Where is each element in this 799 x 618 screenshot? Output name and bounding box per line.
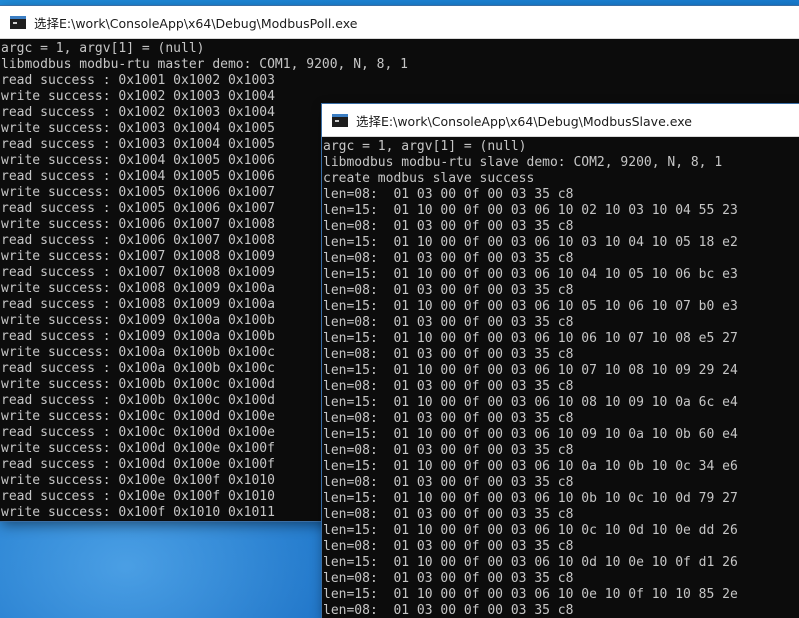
console-line: len=08: 01 03 00 0f 00 03 35 c8: [323, 539, 574, 554]
console-line: len=08: 01 03 00 0f 00 03 35 c8: [323, 571, 574, 586]
console-line: len=15: 01 10 00 0f 00 03 06 10 0b 10 0c…: [323, 491, 738, 506]
console-line: len=15: 01 10 00 0f 00 03 06 10 0e 10 0f…: [323, 587, 738, 602]
console-line: len=15: 01 10 00 0f 00 03 06 10 0d 10 0e…: [323, 555, 738, 570]
console-line: write success: 0x1002 0x1003 0x1004: [1, 89, 275, 104]
console-line: len=08: 01 03 00 0f 00 03 35 c8: [323, 251, 574, 266]
console-line: len=08: 01 03 00 0f 00 03 35 c8: [323, 187, 574, 202]
console-line: libmodbus modbu-rtu slave demo: COM2, 92…: [323, 155, 723, 170]
console-line: len=15: 01 10 00 0f 00 03 06 10 0c 10 0d…: [323, 523, 738, 538]
console-line: len=15: 01 10 00 0f 00 03 06 10 0a 10 0b…: [323, 459, 738, 474]
console-line: len=15: 01 10 00 0f 00 03 06 10 02 10 03…: [323, 203, 738, 218]
slave-window-title: 选择E:\work\ConsoleApp\x64\Debug\ModbusSla…: [356, 113, 692, 129]
console-line: create modbus slave success: [323, 171, 535, 186]
console-line: len=15: 01 10 00 0f 00 03 06 10 05 10 06…: [323, 299, 738, 314]
console-line: len=08: 01 03 00 0f 00 03 35 c8: [323, 475, 574, 490]
console-line: len=08: 01 03 00 0f 00 03 35 c8: [323, 603, 574, 618]
master-window-titlebar[interactable]: 选择E:\work\ConsoleApp\x64\Debug\ModbusPol…: [0, 6, 799, 39]
master-window-title: 选择E:\work\ConsoleApp\x64\Debug\ModbusPol…: [34, 15, 358, 31]
console-line: len=15: 01 10 00 0f 00 03 06 10 08 10 09…: [323, 395, 738, 410]
console-line: argc = 1, argv[1] = (null): [1, 41, 205, 56]
console-line: len=15: 01 10 00 0f 00 03 06 10 06 10 07…: [323, 331, 738, 346]
slave-console-window[interactable]: 选择E:\work\ConsoleApp\x64\Debug\ModbusSla…: [322, 104, 799, 618]
console-line: len=15: 01 10 00 0f 00 03 06 10 09 10 0a…: [323, 427, 738, 442]
console-line: len=08: 01 03 00 0f 00 03 35 c8: [323, 283, 574, 298]
console-line: len=08: 01 03 00 0f 00 03 35 c8: [323, 315, 574, 330]
slave-window-titlebar[interactable]: 选择E:\work\ConsoleApp\x64\Debug\ModbusSla…: [322, 104, 799, 137]
console-app-icon: [10, 15, 26, 29]
console-line: len=15: 01 10 00 0f 00 03 06 10 04 10 05…: [323, 267, 738, 282]
console-line: len=08: 01 03 00 0f 00 03 35 c8: [323, 507, 574, 522]
console-line: len=08: 01 03 00 0f 00 03 35 c8: [323, 347, 574, 362]
console-line: len=15: 01 10 00 0f 00 03 06 10 03 10 04…: [323, 235, 738, 250]
console-line: len=08: 01 03 00 0f 00 03 35 c8: [323, 411, 574, 426]
console-line: len=15: 01 10 00 0f 00 03 06 10 07 10 08…: [323, 363, 738, 378]
console-line: read success : 0x1001 0x1002 0x1003: [1, 73, 275, 88]
console-app-icon: [332, 113, 348, 127]
console-line: argc = 1, argv[1] = (null): [323, 139, 527, 154]
console-line: len=08: 01 03 00 0f 00 03 35 c8: [323, 443, 574, 458]
slave-console-output[interactable]: argc = 1, argv[1] = (null) libmodbus modb…: [322, 137, 799, 618]
console-line: libmodbus modbu-rtu master demo: COM1, 9…: [1, 57, 408, 72]
console-line: len=08: 01 03 00 0f 00 03 35 c8: [323, 379, 574, 394]
console-line: len=08: 01 03 00 0f 00 03 35 c8: [323, 219, 574, 234]
